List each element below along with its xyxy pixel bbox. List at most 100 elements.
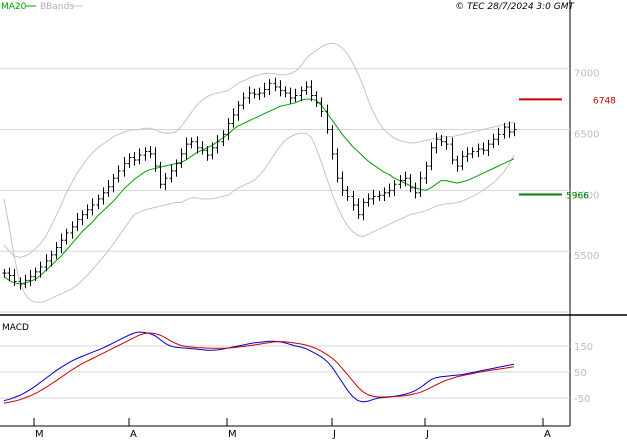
macd-grid: 150 50 -50 [0, 342, 593, 405]
price-bar [262, 82, 267, 98]
price-bar [366, 193, 371, 207]
price-bar [476, 143, 481, 158]
ma20-path [3, 98, 515, 285]
price-bar [75, 212, 80, 232]
macd-line [3, 331, 515, 403]
price-bar [111, 173, 116, 193]
price-bar [444, 136, 449, 150]
price-bar [189, 137, 194, 149]
price-bar [33, 267, 38, 281]
price-bar [174, 159, 179, 177]
price-bar [143, 147, 148, 161]
price-bar [314, 91, 319, 108]
level-label: 6748 [593, 96, 616, 106]
price-bar [491, 133, 496, 149]
price-tick-label: 5500 [574, 251, 599, 262]
price-bar [345, 186, 350, 201]
price-bar [424, 161, 429, 184]
price-bar [361, 198, 366, 221]
price-bar [309, 80, 314, 102]
price-bar [351, 190, 356, 211]
price-bar [288, 87, 293, 104]
price-bar [241, 92, 246, 110]
price-bar [273, 77, 278, 92]
price-bar [470, 147, 475, 159]
price-bar [252, 88, 257, 99]
price-bar [127, 153, 132, 168]
price-bar [408, 173, 413, 193]
price-bar [486, 139, 491, 156]
month-label: M [228, 429, 237, 440]
price-grid: 7000650060005500 [0, 68, 599, 313]
price-bar [132, 152, 137, 166]
price-levels: 6748 5966 [519, 96, 616, 202]
month-label: M [35, 429, 44, 440]
price-bar [122, 156, 127, 177]
price-bar [335, 148, 340, 183]
price-bar [106, 180, 111, 198]
price-bar [455, 155, 460, 172]
price-bar [377, 190, 382, 201]
price-bar [247, 86, 252, 104]
price-tick-label: 7000 [574, 69, 599, 80]
price-bar [179, 148, 184, 168]
stock-chart: 7000650060005500 15050-50 MAMJJA 6748596… [0, 0, 627, 440]
price-bar [215, 135, 220, 154]
price-bar [418, 171, 423, 198]
bb-upper-line [3, 42, 515, 258]
macd-tick-label: -50 [574, 394, 590, 405]
bollinger-bands [3, 42, 515, 303]
price-bar [200, 141, 205, 155]
price-bar [59, 233, 64, 254]
price-bar [210, 142, 215, 160]
price-bar [340, 171, 345, 197]
bb-lower-line [3, 132, 515, 303]
price-bar [80, 210, 85, 226]
month-ticks: MAMJJA [33, 418, 551, 440]
price-bar [64, 228, 69, 245]
price-bar [163, 172, 168, 191]
price-bar [392, 180, 397, 197]
price-bar [70, 221, 75, 239]
price-bar [267, 79, 272, 96]
price-bar [169, 164, 174, 183]
price-bar [85, 204, 90, 219]
price-bar [460, 150, 465, 171]
price-bar [371, 189, 376, 205]
price-bar [184, 137, 189, 160]
price-bar [434, 132, 439, 154]
price-bar [496, 127, 501, 145]
price-bar [283, 86, 288, 98]
price-bar [299, 86, 304, 102]
price-bar [23, 274, 28, 289]
price-bar [236, 100, 241, 121]
price-bar [278, 80, 283, 97]
price-bar [2, 268, 7, 278]
price-bar [54, 242, 59, 260]
price-bar [195, 136, 200, 154]
price-bar [231, 108, 236, 128]
price-bar [293, 88, 298, 103]
price-bar [481, 142, 486, 155]
price-bar [28, 270, 33, 287]
price-bar [465, 147, 470, 163]
price-tick-label: 6500 [574, 130, 599, 141]
month-label: J [425, 429, 429, 440]
price-bar [137, 148, 142, 165]
price-bar [90, 198, 95, 216]
price-bar [158, 161, 163, 189]
price-bar [429, 142, 434, 171]
copyright-text: © TEC 28/7/2024 3:0 GMT [455, 2, 575, 12]
level-label: 5966 [566, 192, 589, 202]
price-bar [304, 81, 309, 95]
legend-bbands: BBands [40, 2, 74, 12]
price-bar [96, 194, 101, 210]
month-label: J [332, 429, 336, 440]
macd-panel-title: MACD [2, 323, 29, 333]
month-label: A [130, 429, 137, 440]
price-bar [356, 198, 361, 219]
price-bar [450, 137, 455, 165]
price-bar [382, 187, 387, 201]
price-bar [330, 125, 335, 160]
price-bars [2, 77, 517, 290]
